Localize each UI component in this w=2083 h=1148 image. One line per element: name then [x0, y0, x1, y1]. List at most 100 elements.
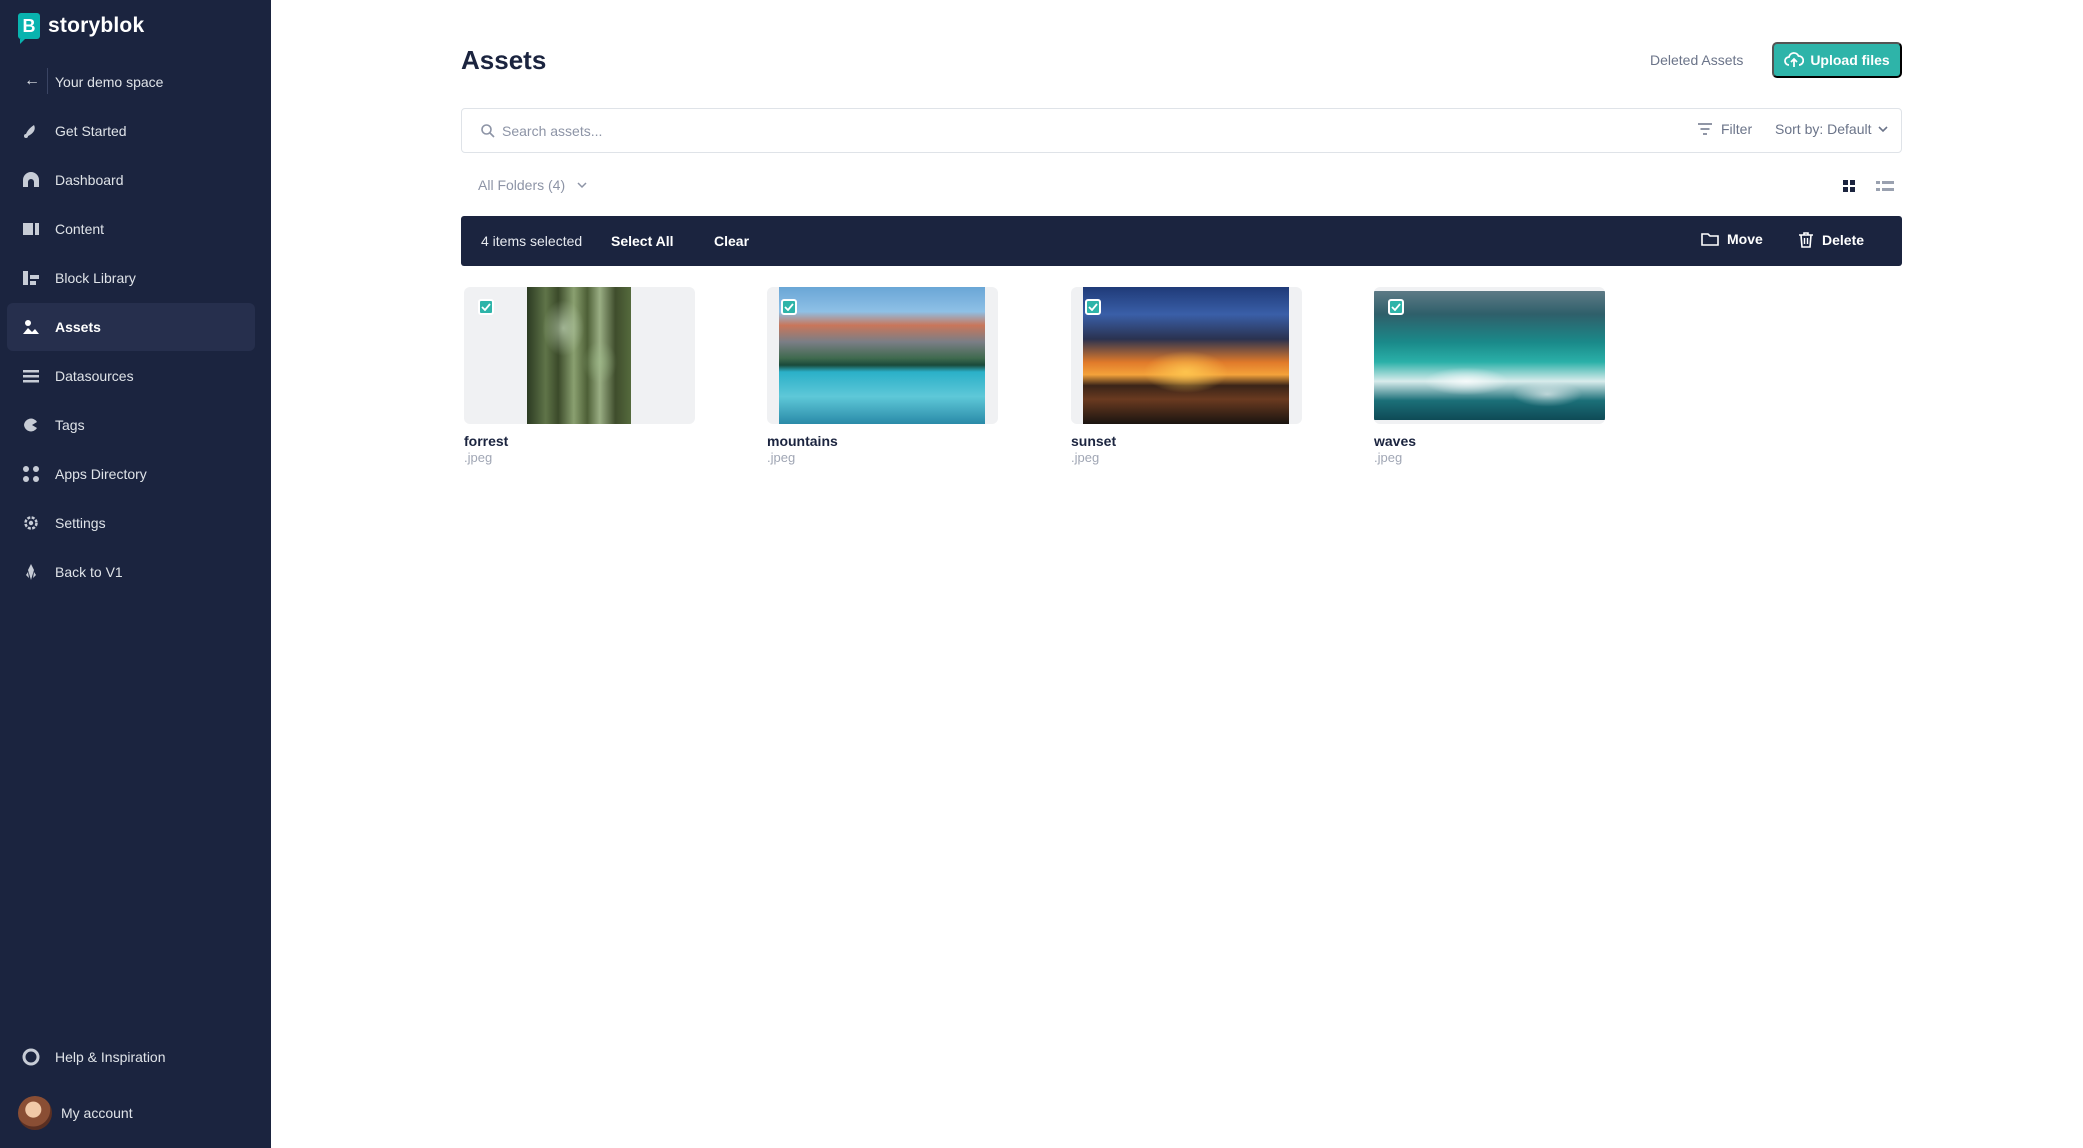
- content-icon: [22, 220, 40, 238]
- sunset-image: [1083, 287, 1289, 424]
- move-label: Move: [1727, 231, 1763, 247]
- chevron-down-icon: [1877, 126, 1888, 133]
- chevron-down-icon: [577, 182, 587, 189]
- delete-button[interactable]: Delete: [1798, 231, 1864, 249]
- filter-label: Filter: [1721, 121, 1753, 137]
- asset-card-forrest[interactable]: forrest .jpeg: [464, 287, 695, 465]
- selection-count: 4 items selected: [481, 233, 583, 249]
- asset-name: mountains: [767, 433, 838, 449]
- sidebar-item-settings[interactable]: Settings: [7, 499, 255, 547]
- upload-files-label: Upload files: [1810, 52, 1890, 68]
- lifebuoy-icon: [22, 1048, 40, 1066]
- avatar[interactable]: [18, 1096, 52, 1130]
- sidebar-item-label: Tags: [55, 417, 85, 433]
- asset-thumbnail[interactable]: [1374, 287, 1605, 424]
- back-v1-icon: [22, 563, 40, 581]
- sort-dropdown[interactable]: Sort by: Default: [1775, 121, 1888, 137]
- search-input[interactable]: [502, 119, 1702, 143]
- delete-label: Delete: [1822, 232, 1865, 248]
- check-icon: [1088, 303, 1098, 311]
- waves-image: [1374, 291, 1605, 420]
- sidebar-item-apps-directory[interactable]: Apps Directory: [7, 450, 255, 498]
- space-name: Your demo space: [55, 74, 164, 90]
- asset-checkbox[interactable]: [1388, 299, 1404, 315]
- mountains-image: [779, 287, 985, 424]
- sidebar-item-datasources[interactable]: Datasources: [7, 352, 255, 400]
- sidebar-item-label: Get Started: [55, 123, 127, 139]
- block-library-icon: [22, 269, 40, 287]
- check-icon: [481, 303, 491, 311]
- sidebar-item-label: Datasources: [55, 368, 134, 384]
- asset-name: waves: [1374, 433, 1417, 449]
- arrow-left-icon: ←: [24, 72, 40, 89]
- sidebar-item-block-library[interactable]: Block Library: [7, 254, 255, 302]
- selection-bar: 4 items selected Select All Clear Move D…: [461, 216, 1902, 266]
- filter-button[interactable]: Filter: [1697, 121, 1752, 137]
- tag-icon: [22, 416, 40, 434]
- folder-select[interactable]: All Folders (4): [478, 177, 587, 193]
- asset-extension: .jpeg: [1071, 450, 1100, 465]
- trash-icon: [1799, 232, 1813, 248]
- my-account-link[interactable]: My account: [61, 1105, 133, 1121]
- asset-extension: .jpeg: [767, 450, 796, 465]
- back-to-space-button[interactable]: ← Your demo space: [0, 64, 271, 100]
- asset-card-sunset[interactable]: sunset .jpeg: [1071, 287, 1302, 465]
- upload-files-button[interactable]: Upload files: [1772, 42, 1902, 78]
- apps-icon: [22, 465, 40, 483]
- filter-icon: [1698, 123, 1712, 135]
- brand-name: storyblok: [48, 14, 145, 37]
- sidebar-item-dashboard[interactable]: Dashboard: [7, 156, 255, 204]
- gear-icon: [22, 514, 40, 532]
- asset-thumbnail[interactable]: [464, 287, 695, 424]
- cloud-upload-icon: [1784, 52, 1805, 67]
- brand[interactable]: B storyblok: [18, 12, 145, 44]
- asset-extension: .jpeg: [464, 450, 493, 465]
- sidebar-item-label: Assets: [55, 319, 101, 335]
- assets-icon: [22, 318, 40, 336]
- sidebar-item-label: Dashboard: [55, 172, 124, 188]
- forest-image: [527, 287, 631, 424]
- deleted-assets-link[interactable]: Deleted Assets: [1650, 52, 1743, 68]
- check-icon: [784, 303, 794, 311]
- sidebar-item-assets[interactable]: Assets: [7, 303, 255, 351]
- asset-checkbox[interactable]: [1085, 299, 1101, 315]
- check-icon: [1391, 303, 1401, 311]
- datasources-icon: [22, 367, 40, 385]
- sidebar: B storyblok ← Your demo space Get Starte…: [0, 0, 271, 1148]
- sidebar-item-content[interactable]: Content: [7, 205, 255, 253]
- asset-thumbnail[interactable]: [767, 287, 998, 424]
- sidebar-item-label: Back to V1: [55, 564, 123, 580]
- search-icon: [481, 124, 495, 138]
- sidebar-item-label: Content: [55, 221, 105, 237]
- search-bar: Filter Sort by: Default: [461, 108, 1902, 153]
- select-all-button[interactable]: Select All: [611, 233, 674, 249]
- asset-checkbox[interactable]: [781, 299, 797, 315]
- folder-icon: [1701, 233, 1719, 246]
- sort-label: Sort by: Default: [1775, 121, 1872, 137]
- help-label: Help & Inspiration: [55, 1049, 166, 1065]
- dashboard-icon: [22, 171, 40, 189]
- sidebar-item-tags[interactable]: Tags: [7, 401, 255, 449]
- asset-card-waves[interactable]: waves .jpeg: [1374, 287, 1605, 465]
- asset-name: sunset: [1071, 433, 1117, 449]
- sidebar-item-label: Settings: [55, 515, 106, 531]
- storyblok-logo-icon: B: [18, 13, 40, 44]
- asset-card-mountains[interactable]: mountains .jpeg: [767, 287, 998, 465]
- folder-select-value: All Folders (4): [478, 177, 566, 193]
- asset-name: forrest: [464, 433, 509, 449]
- sidebar-item-label: Block Library: [55, 270, 136, 286]
- asset-thumbnail[interactable]: [1071, 287, 1302, 424]
- grid-view-icon[interactable]: [1842, 179, 1856, 193]
- rocket-icon: [22, 122, 40, 140]
- page-title: Assets: [461, 45, 547, 75]
- sidebar-item-label: Apps Directory: [55, 466, 147, 482]
- asset-extension: .jpeg: [1374, 450, 1403, 465]
- move-button[interactable]: Move: [1701, 231, 1763, 247]
- asset-checkbox[interactable]: [478, 299, 494, 315]
- help-inspiration-link[interactable]: Help & Inspiration: [7, 1033, 255, 1081]
- sidebar-item-get-started[interactable]: Get Started: [7, 107, 255, 155]
- divider: [47, 68, 48, 94]
- sidebar-item-back-to-v1[interactable]: Back to V1: [7, 548, 255, 596]
- list-view-icon[interactable]: [1876, 179, 1894, 193]
- clear-button[interactable]: Clear: [714, 233, 749, 249]
